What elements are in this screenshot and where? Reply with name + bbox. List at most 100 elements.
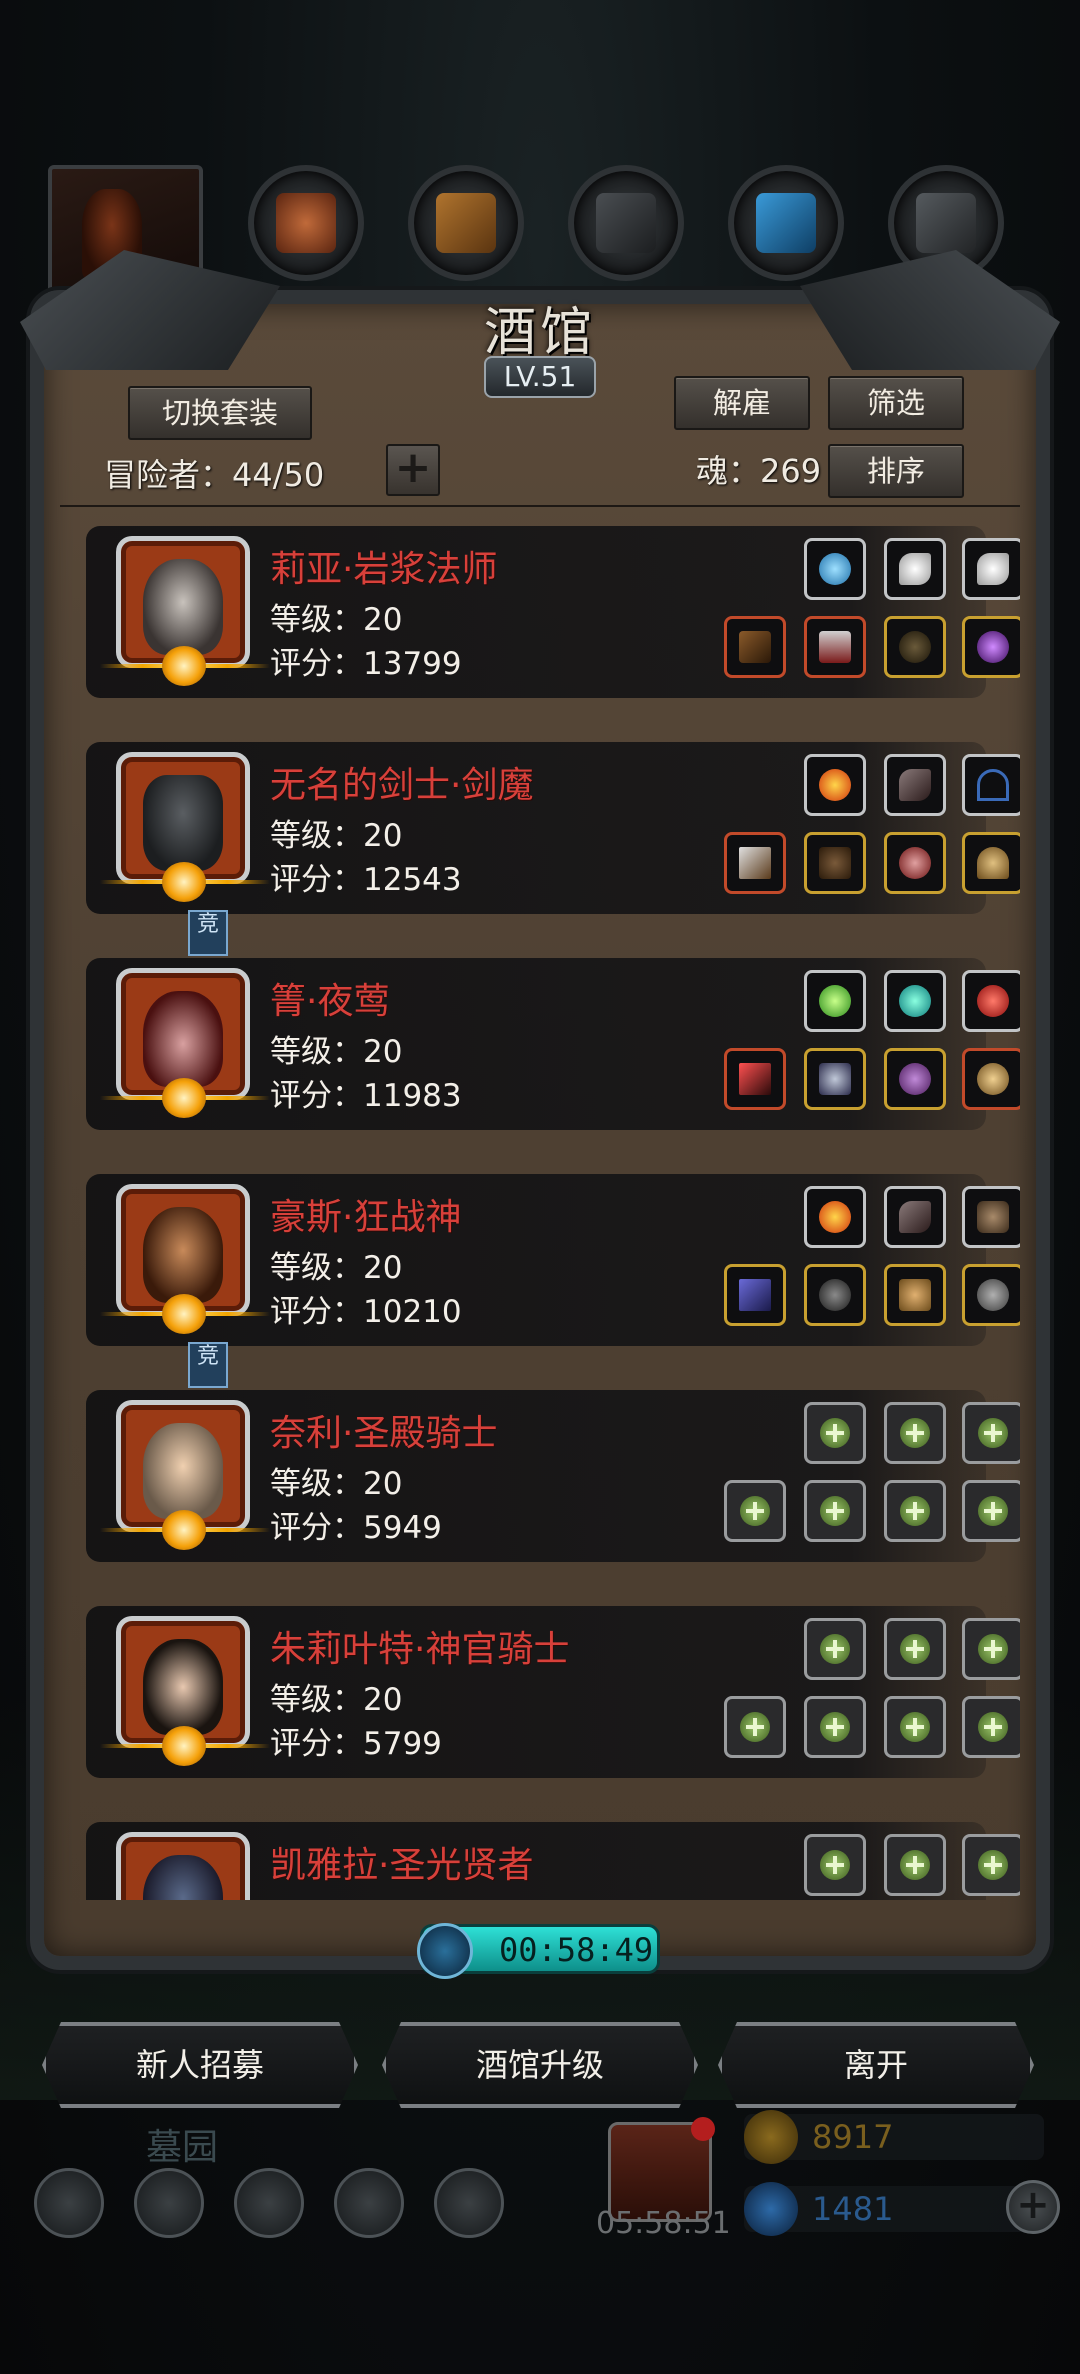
empty-slot-add-icon[interactable] <box>804 1618 866 1680</box>
empty-slot-add-icon[interactable] <box>804 1696 866 1758</box>
tab-armor-icon[interactable] <box>408 165 524 281</box>
tavern-level-badge: LV.51 <box>484 356 596 398</box>
empty-slot-add-icon[interactable] <box>884 1696 946 1758</box>
empty-slot-add-icon[interactable] <box>884 1618 946 1680</box>
sword-weapon-icon[interactable] <box>724 832 786 894</box>
add-currency-button[interactable]: + <box>1006 2180 1060 2234</box>
empty-slot-add-icon[interactable] <box>884 1480 946 1542</box>
helmet-armor-icon[interactable] <box>804 1264 866 1326</box>
green-gem-icon[interactable] <box>804 970 866 1032</box>
empty-slot-add-icon[interactable] <box>962 1480 1020 1542</box>
empty-slot-add-icon[interactable] <box>724 1480 786 1542</box>
dismiss-button[interactable]: 解雇 <box>674 376 810 430</box>
hero-card[interactable]: 无名的剑士·剑魔 等级：20 评分：12543 <box>86 734 1020 914</box>
empty-slot-add-icon[interactable] <box>962 1834 1020 1896</box>
hero-roster-list[interactable]: 莉亚·岩浆法师 等级：20 评分：13799 无名的剑士·剑魔 等级：20 评分… <box>60 518 1020 1900</box>
hero-card[interactable]: 莉亚·岩浆法师 等级：20 评分：13799 <box>86 518 1020 698</box>
staff-weapon-icon[interactable] <box>724 616 786 678</box>
quest-icon[interactable] <box>134 2168 204 2238</box>
fire-accessory-icon[interactable] <box>804 1186 866 1248</box>
gauntlet-accessory-icon[interactable] <box>962 1264 1020 1326</box>
feather-accessory-icon[interactable] <box>884 1186 946 1248</box>
empty-slot-add-icon[interactable] <box>962 1696 1020 1758</box>
ring-accessory-icon[interactable] <box>962 616 1020 678</box>
hero-score: 评分：11983 <box>270 1078 462 1114</box>
star-rank-icon <box>100 862 270 902</box>
horn-accessory-icon[interactable] <box>962 832 1020 894</box>
header-divider <box>60 505 1020 507</box>
star-rank-icon <box>100 1510 270 1550</box>
hero-portrait-tab[interactable] <box>48 165 203 305</box>
armor-icon[interactable] <box>804 1048 866 1110</box>
codex-icon[interactable] <box>234 2168 304 2238</box>
empty-slot-add-icon[interactable] <box>884 1402 946 1464</box>
gem-counter: 1481 <box>744 2182 1044 2236</box>
mail-icon[interactable] <box>334 2168 404 2238</box>
upgrade-tavern-button[interactable]: 酒馆升级 <box>382 2022 698 2108</box>
axe-weapon-icon[interactable] <box>724 1264 786 1326</box>
hero-score: 评分：10210 <box>270 1294 462 1330</box>
skull-helmet-icon[interactable] <box>884 832 946 894</box>
filter-button[interactable]: 筛选 <box>828 376 964 430</box>
teal-gem-icon[interactable] <box>884 970 946 1032</box>
hero-score: 评分：12543 <box>270 862 462 898</box>
red-gem-icon[interactable] <box>962 970 1020 1032</box>
hero-card[interactable]: 朱莉叶特·神官骑士 等级：20 评分：5799 <box>86 1598 1020 1778</box>
hero-name: 凯雅拉·圣光贤者 <box>270 1845 534 1886</box>
hero-score: 评分：5799 <box>270 1726 442 1762</box>
armor-icon[interactable] <box>804 832 866 894</box>
settings-gear-icon[interactable] <box>34 2168 104 2238</box>
empty-slot-add-icon[interactable] <box>804 1402 866 1464</box>
empty-slot-add-icon[interactable] <box>962 1402 1020 1464</box>
tab-weapon-icon[interactable] <box>248 165 364 281</box>
helmet-armor-icon[interactable] <box>884 616 946 678</box>
robe-armor-icon[interactable] <box>804 616 866 678</box>
bracelet-accessory-icon[interactable] <box>884 1048 946 1110</box>
hero-level: 等级：20 <box>270 1034 403 1070</box>
hero-name: 莉亚·岩浆法师 <box>270 549 498 590</box>
top-tabs <box>0 150 1080 305</box>
tab-crystal-icon[interactable] <box>728 165 844 281</box>
shield-accessory-icon[interactable] <box>962 1186 1020 1248</box>
gem-amount: 1481 <box>812 2190 894 2228</box>
hero-card[interactable]: 奈利·圣殿骑士 等级：20 评分：5949 <box>86 1382 1020 1562</box>
empty-slot-add-icon[interactable] <box>804 1480 866 1542</box>
leave-button[interactable]: 离开 <box>718 2022 1034 2108</box>
soul-count: 魂：269 <box>696 452 822 490</box>
tavern-refresh-timer: 00:58:49 <box>417 1923 660 1979</box>
notification-dot <box>691 2117 715 2141</box>
wing-accessory-icon[interactable] <box>884 538 946 600</box>
recruit-button[interactable]: 新人招募 <box>42 2022 358 2108</box>
hero-card[interactable]: 箐·夜莺 等级：20 评分：11983 <box>86 950 1020 1130</box>
gift-timer: 05:58:51 <box>596 2206 731 2241</box>
hero-score: 评分：13799 <box>270 646 462 682</box>
wing-accessory-icon[interactable] <box>962 538 1020 600</box>
empty-slot-add-icon[interactable] <box>962 1618 1020 1680</box>
hero-avatar[interactable] <box>116 1832 250 1900</box>
tablet-accessory-icon[interactable] <box>884 1264 946 1326</box>
fire-accessory-icon[interactable] <box>804 754 866 816</box>
hero-name: 朱莉叶特·神官骑士 <box>270 1629 570 1670</box>
empty-slot-add-icon[interactable] <box>884 1834 946 1896</box>
tab-material-icon[interactable] <box>568 165 684 281</box>
hero-name: 豪斯·狂战神 <box>270 1197 462 1238</box>
hero-level: 等级：20 <box>270 1466 403 1502</box>
sort-button[interactable]: 排序 <box>828 444 964 498</box>
hero-level: 等级：20 <box>270 1682 403 1718</box>
amulet-accessory-icon[interactable] <box>962 1048 1020 1110</box>
clock-icon <box>417 1923 473 1979</box>
map-icon[interactable] <box>434 2168 504 2238</box>
dagger-weapon-icon[interactable] <box>724 1048 786 1110</box>
zone-label: 墓园 <box>146 2127 219 2168</box>
empty-slot-add-icon[interactable] <box>724 1696 786 1758</box>
switch-outfit-button[interactable]: 切换套装 <box>128 386 312 440</box>
gold-counter: 8917 <box>744 2110 1044 2164</box>
hero-card[interactable]: 豪斯·狂战神 等级：20 评分：10210 <box>86 1166 1020 1346</box>
empty-slot-add-icon[interactable] <box>804 1834 866 1896</box>
whip-accessory-icon[interactable] <box>962 754 1020 816</box>
orb-accessory-icon[interactable] <box>804 538 866 600</box>
hero-card[interactable]: 凯雅拉·圣光贤者 <box>86 1814 1020 1900</box>
tab-misc-icon[interactable] <box>888 165 1004 281</box>
feather-accessory-icon[interactable] <box>884 754 946 816</box>
add-adventurer-slot-button[interactable]: + <box>386 444 440 496</box>
